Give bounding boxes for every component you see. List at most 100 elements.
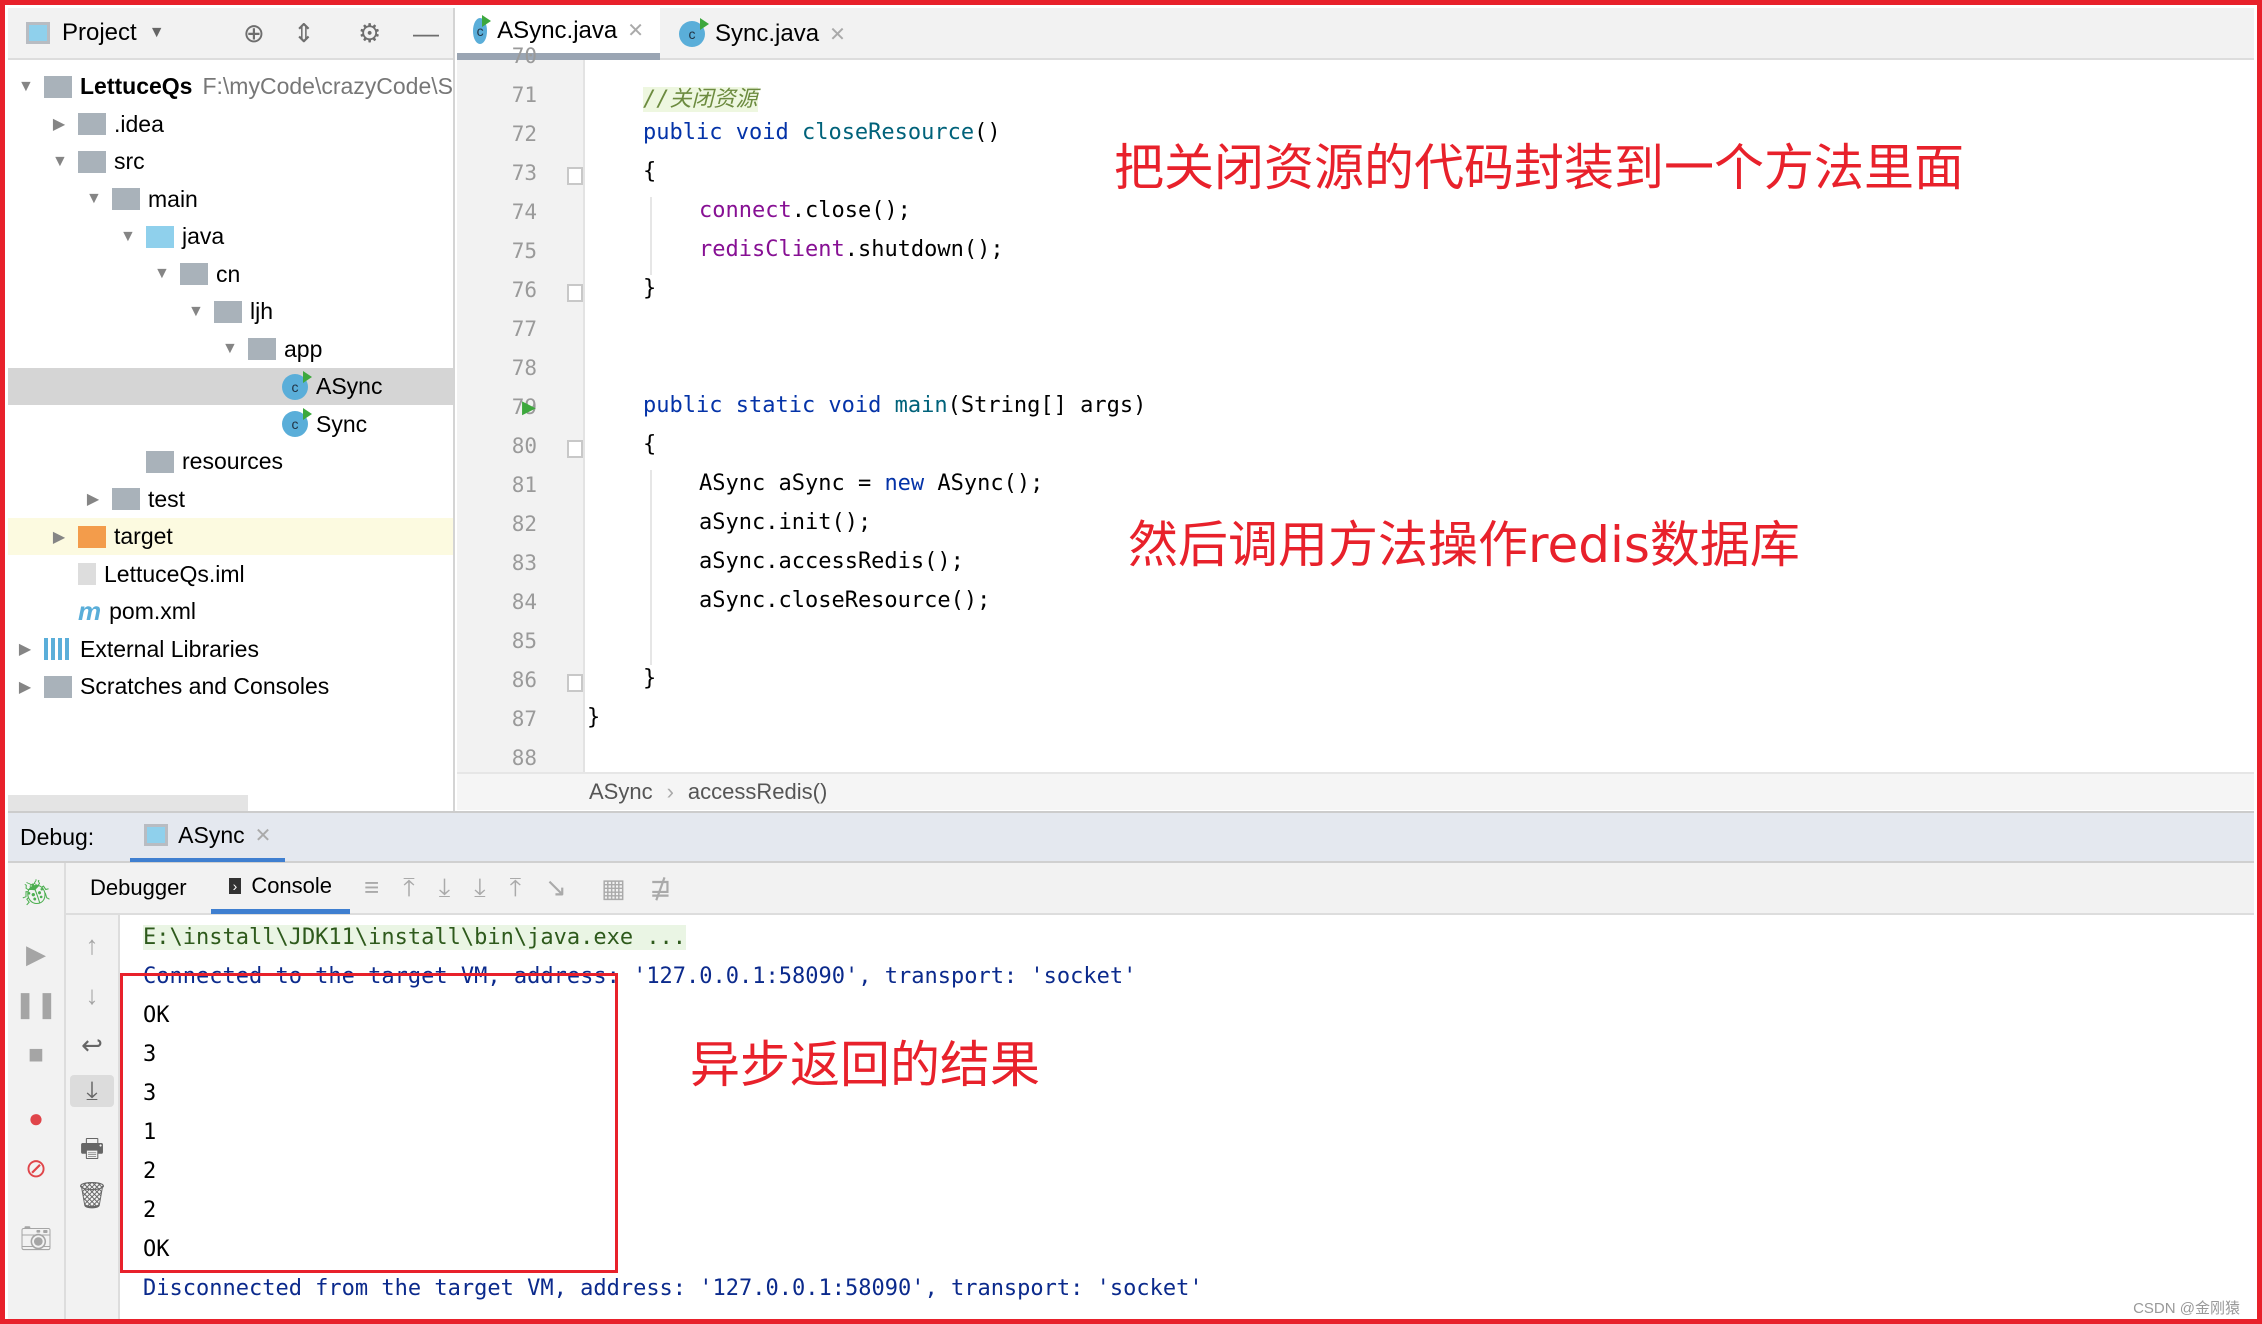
print-icon[interactable]: 🖶 (66, 1130, 118, 1174)
tree-item[interactable]: LettuceQs.iml (8, 556, 453, 593)
expand-arrow-icon[interactable]: ▶ (18, 639, 32, 659)
libraries-icon (44, 638, 72, 660)
tree-item[interactable]: ▶ target (8, 518, 453, 555)
scroll-to-end-icon[interactable]: ⤓ (70, 1075, 114, 1107)
tree-item[interactable]: ▼ src (8, 143, 453, 180)
java-class-icon: c (473, 14, 492, 44)
camera-icon[interactable]: 📷︎ (8, 1223, 64, 1254)
line-number: 74 (511, 200, 537, 224)
expand-arrow-icon[interactable]: ▼ (86, 190, 102, 208)
view-breakpoints-icon[interactable]: ● (8, 1103, 64, 1134)
tree-item[interactable]: c Sync (8, 406, 453, 443)
code-line: { (643, 432, 656, 457)
code-token: .close(); (791, 198, 911, 223)
code-token: (String[] args) (947, 393, 1147, 418)
expand-arrow-icon[interactable]: ▶ (52, 527, 66, 547)
expand-arrow-icon[interactable]: ▶ (86, 489, 100, 509)
line-number: 81 (511, 473, 537, 497)
resume-icon[interactable]: ▶ (8, 939, 64, 970)
source-folder-icon (146, 225, 174, 248)
close-icon[interactable]: ✕ (255, 823, 272, 848)
close-icon[interactable]: ✕ (829, 22, 846, 47)
expand-arrow-icon[interactable]: ▼ (222, 340, 238, 358)
up-arrow-icon[interactable]: ↑ (66, 930, 118, 961)
debug-label: Debug: (20, 823, 95, 850)
code-token: closeResource (801, 120, 975, 145)
expand-arrow-icon[interactable]: ▼ (18, 78, 34, 96)
code-line: aSync.accessRedis(); (699, 549, 964, 574)
tree-item[interactable]: ▼ LettuceQs F:\myCode\crazyCode\S (8, 68, 453, 105)
hide-icon[interactable]: — (413, 18, 439, 49)
code-token: ASync(); (924, 471, 1044, 496)
tree-item[interactable]: ▼ ljh (8, 293, 453, 330)
soft-wrap-icon[interactable]: ↩ (66, 1030, 118, 1061)
line-number: 77 (511, 317, 537, 341)
project-view-icon (26, 22, 50, 44)
code-token: aSync.closeResource(); (699, 588, 991, 613)
evaluate-icons[interactable]: ▦⋣ (601, 873, 695, 904)
expand-arrow-icon[interactable]: ▼ (188, 303, 204, 321)
resources-folder-icon (146, 450, 174, 473)
trash-icon[interactable]: 🗑︎ (66, 1180, 118, 1211)
close-icon[interactable]: ✕ (627, 18, 644, 43)
tree-item[interactable]: c ASync (8, 368, 453, 405)
run-icon[interactable]: ▶ (522, 397, 536, 418)
code-line: //关闭资源 (643, 81, 758, 113)
expand-arrow-icon[interactable]: ▶ (18, 677, 32, 697)
tree-item[interactable]: ▼ app (8, 331, 453, 368)
tree-item[interactable]: m pom.xml (8, 593, 453, 630)
tree-item-label: resources (182, 448, 283, 474)
project-view-selector[interactable]: Project (62, 19, 137, 47)
stop-icon[interactable]: ■ (8, 1039, 64, 1070)
breadcrumb-method[interactable]: accessRedis() (688, 779, 827, 805)
code-line: } (643, 666, 656, 691)
package-icon (214, 300, 242, 323)
line-number: 82 (511, 512, 537, 536)
tab-debugger[interactable]: Debugger (66, 875, 211, 901)
chevron-down-icon[interactable]: ▼ (149, 24, 165, 42)
expand-arrow-icon[interactable]: ▼ (52, 153, 68, 171)
tab-sync-java[interactable]: c Sync.java ✕ (663, 8, 862, 60)
tree-item-label: ljh (250, 298, 274, 324)
gear-icon[interactable]: ⚙ (358, 18, 381, 49)
tree-item[interactable]: ▶ External Libraries (8, 631, 453, 668)
code-line: ASync aSync = new ASync(); (699, 471, 1043, 496)
tree-item[interactable]: ▼ main (8, 181, 453, 218)
line-number: 72 (511, 122, 537, 146)
tree-item[interactable]: ▶ .idea (8, 106, 453, 143)
pause-icon[interactable]: ❚❚ (8, 989, 64, 1020)
fold-marker-icon[interactable] (567, 167, 583, 185)
fold-marker-icon[interactable] (567, 440, 583, 458)
line-number: 70 (511, 44, 537, 68)
code-line: redisClient.shutdown(); (699, 237, 1004, 262)
code-token: aSync.init(); (699, 510, 872, 535)
tree-item[interactable]: ▼ cn (8, 256, 453, 293)
code-line: connect.close(); (699, 198, 911, 223)
code-token: ASync aSync = (699, 471, 885, 496)
horizontal-scrollbar[interactable] (8, 795, 248, 811)
collapse-all-icon[interactable]: ⇕ (293, 18, 315, 49)
fold-marker-icon[interactable] (567, 284, 583, 302)
expand-arrow-icon[interactable]: ▶ (52, 114, 66, 134)
fold-marker-icon[interactable] (567, 674, 583, 692)
breadcrumb-class[interactable]: ASync (589, 779, 653, 805)
debug-header: Debug: ASync ✕ (8, 811, 2254, 863)
expand-arrow-icon[interactable]: ▼ (154, 265, 170, 283)
debug-session-tab[interactable]: ASync ✕ (130, 812, 286, 862)
annotation-text: 然后调用方法操作redis数据库 (1128, 516, 1800, 574)
tree-item[interactable]: ▶ test (8, 481, 453, 518)
step-controls[interactable]: ≡⤒⤓⤓⤒↘ (364, 872, 591, 904)
mute-breakpoints-icon[interactable]: ⊘ (8, 1153, 64, 1184)
line-number: 86 (511, 668, 537, 692)
session-label: ASync (178, 821, 245, 848)
tree-item[interactable]: resources (8, 443, 453, 480)
down-arrow-icon[interactable]: ↓ (66, 980, 118, 1011)
tree-item[interactable]: ▶ Scratches and Consoles (8, 668, 453, 705)
tab-console[interactable]: › Console (210, 862, 351, 914)
code-token: () (974, 120, 1001, 145)
code-line: public void closeResource() (643, 120, 1001, 145)
locate-icon[interactable]: ⊕ (243, 18, 265, 49)
tree-item-label: LettuceQs.iml (104, 560, 245, 587)
expand-arrow-icon[interactable]: ▼ (120, 228, 136, 246)
tree-item[interactable]: ▼ java (8, 218, 453, 255)
